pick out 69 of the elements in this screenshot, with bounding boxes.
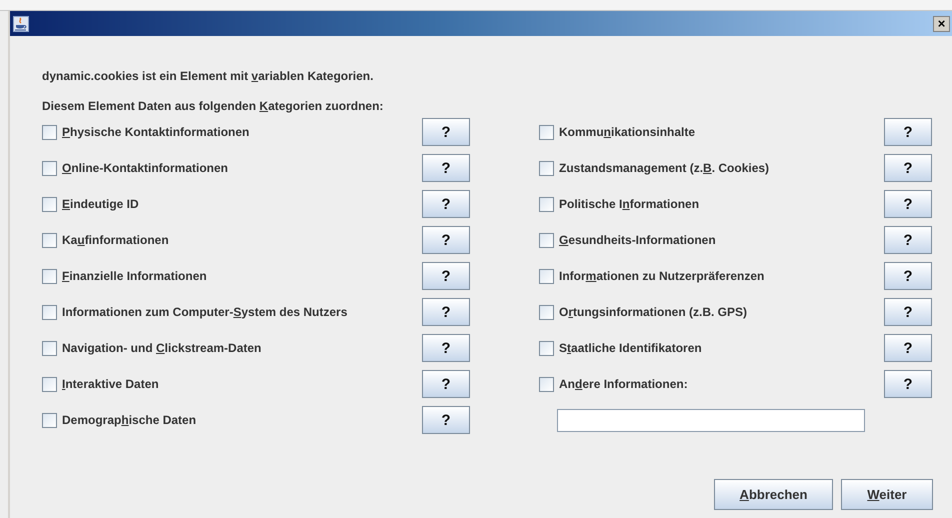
checkbox[interactable] [42, 304, 57, 320]
category-label: Staatliche Identifikatoren [559, 341, 702, 355]
category-label: Ortungsinformationen (z.B. GPS) [559, 305, 748, 319]
category-checkbox[interactable]: Demographische Daten [42, 412, 196, 428]
category-checkbox[interactable]: Politische Informationen [539, 196, 700, 212]
help-button[interactable]: ? [884, 334, 932, 362]
category-checkbox[interactable]: Navigation- und Clickstream-Daten [42, 340, 262, 356]
checkbox[interactable] [42, 196, 57, 212]
other-information-field[interactable] [557, 408, 865, 432]
checkbox[interactable] [42, 340, 57, 356]
close-button[interactable]: × [933, 16, 950, 32]
checkbox[interactable] [539, 124, 554, 140]
coffee-cup-icon [13, 16, 29, 32]
category-checkbox[interactable]: Kaufinformationen [42, 232, 169, 248]
category-checkbox[interactable]: Andere Informationen: [539, 376, 688, 392]
cancel-button[interactable]: Abbrechen [714, 479, 833, 510]
category-label: Demographische Daten [62, 413, 196, 427]
category-checkbox[interactable]: Online-Kontaktinformationen [42, 160, 228, 176]
category-label: Physische Kontaktinformationen [62, 125, 250, 139]
checkbox[interactable] [42, 124, 57, 140]
category-label: Gesundheits-Informationen [559, 233, 716, 247]
checkbox[interactable] [42, 376, 57, 392]
category-label: Kaufinformationen [62, 233, 169, 247]
category-checkbox[interactable]: Physische Kontaktinformationen [42, 124, 250, 140]
checkbox[interactable] [539, 376, 554, 392]
instruction-text: Diesem Element Daten aus folgenden Kategorien zuordnen: [42, 98, 384, 115]
help-button[interactable]: ? [884, 370, 932, 398]
category-label: Finanzielle Informationen [62, 269, 207, 283]
help-button[interactable]: ? [884, 262, 932, 290]
checkbox[interactable] [539, 268, 554, 284]
category-label: Eindeutige ID [62, 197, 139, 211]
checkbox[interactable] [42, 160, 57, 176]
checkbox[interactable] [539, 304, 554, 320]
checkbox[interactable] [539, 160, 554, 176]
checkbox[interactable] [42, 412, 57, 428]
help-button[interactable]: ? [422, 262, 470, 290]
category-label: Kommunikationsinhalte [559, 125, 696, 139]
category-checkbox[interactable]: Staatliche Identifikatoren [539, 340, 702, 356]
help-button[interactable]: ? [422, 370, 470, 398]
help-button[interactable]: ? [884, 118, 932, 146]
checkbox[interactable] [42, 232, 57, 248]
category-checkbox[interactable]: Gesundheits-Informationen [539, 232, 716, 248]
category-label: Navigation- und Clickstream-Daten [62, 341, 262, 355]
help-button[interactable]: ? [884, 298, 932, 326]
category-checkbox[interactable]: Kommunikationsinhalte [539, 124, 696, 140]
help-button[interactable]: ? [884, 226, 932, 254]
instruction-text: dynamic.cookies ist ein Element mit variablen Kategorien. [42, 68, 374, 85]
help-button[interactable]: ? [422, 406, 470, 434]
help-button[interactable]: ? [884, 154, 932, 182]
checkbox[interactable] [42, 268, 57, 284]
category-label: Interaktive Daten [62, 377, 159, 391]
checkbox[interactable] [539, 340, 554, 356]
help-button[interactable]: ? [422, 298, 470, 326]
category-checkbox[interactable]: Interaktive Daten [42, 376, 159, 392]
help-button[interactable]: ? [422, 190, 470, 218]
checkbox[interactable] [539, 196, 554, 212]
help-button[interactable]: ? [422, 334, 470, 362]
category-checkbox[interactable]: Finanzielle Informationen [42, 268, 207, 284]
help-button[interactable]: ? [422, 226, 470, 254]
category-checkbox[interactable]: Eindeutige ID [42, 196, 139, 212]
category-label: Online-Kontaktinformationen [62, 161, 228, 175]
category-checkbox[interactable]: Ortungsinformationen (z.B. GPS) [539, 304, 748, 320]
category-label: Andere Informationen: [559, 377, 688, 391]
next-button[interactable]: Weiter [841, 479, 933, 510]
help-button[interactable]: ? [884, 190, 932, 218]
help-button[interactable]: ? [422, 154, 470, 182]
category-label: Politische Informationen [559, 197, 700, 211]
checkbox[interactable] [539, 232, 554, 248]
help-button[interactable]: ? [422, 118, 470, 146]
